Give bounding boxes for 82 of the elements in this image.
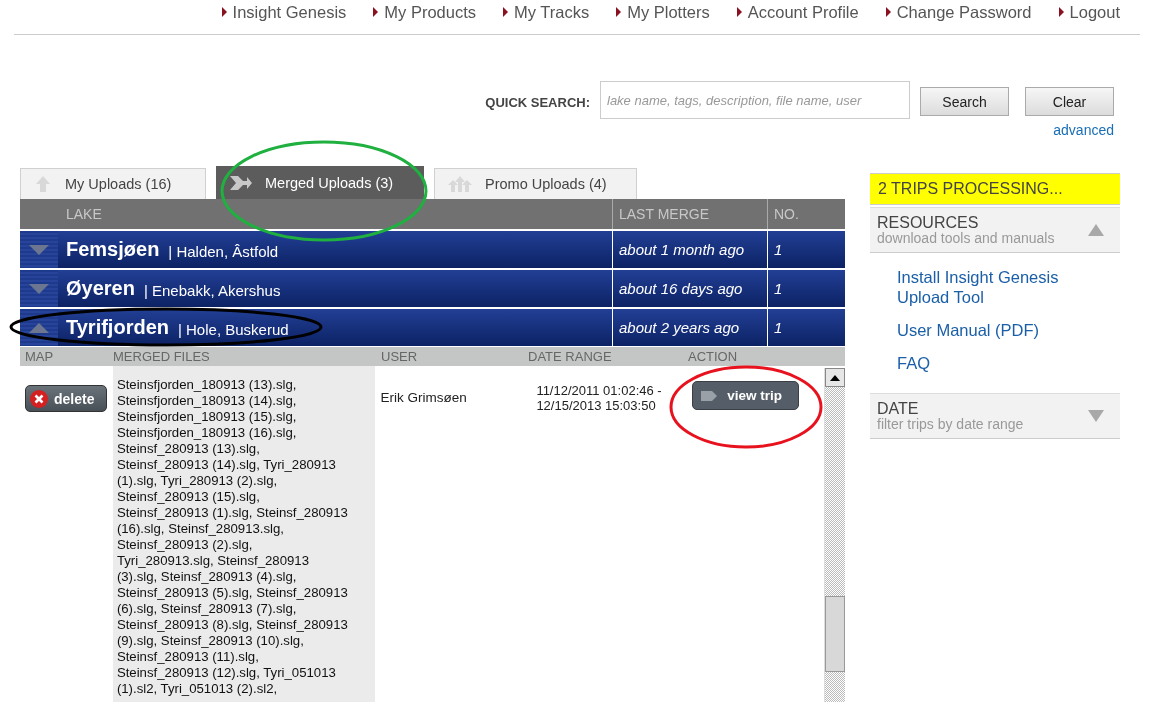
file-list-line: Steinsfjorden_180913 (15).slg, [116,409,298,425]
file-list-line: Steinsf_280913 (8).slg, Steinsf_280913 [116,617,349,633]
lake-row[interactable]: Tyrifjorden | Hole, Buskerud about 2 years ago 1 [20,309,845,346]
section-subtitle: download tools and manuals [877,231,1055,246]
file-list-line: Steinsf_280913 (13).slg, [116,441,261,457]
tab[interactable]: My Uploads (16) [20,168,206,199]
file-list-line: Steinsf_280913 (15).slg, [116,489,261,505]
lake-row[interactable]: Øyeren | Enebakk, Akershus about 16 days ago 1 [20,270,845,307]
file-list-line: Steinsf_280913 (5).slg, Steinsf_280913 [116,585,349,601]
file-list-line: Steinsf_280913 (12).slg, Tyri_051013 [116,665,337,681]
file-list-line: (3).slg, Steinsf_280913 (4).slg, [116,569,298,585]
section-title: DATE [877,400,920,417]
up-arrows-icon [447,175,473,193]
date-from: 11/12/2011 01:02:46 - [536,383,663,398]
merge-count: 1 [774,280,783,297]
delete-button[interactable]: delete [25,385,107,412]
section-title: RESOURCES [877,214,980,231]
last-merge: about 1 month ago [619,241,745,258]
column-header: DATE RANGE [528,349,613,364]
column-header: ACTION [688,349,739,364]
nav-link[interactable]: My Tracks [503,1,590,23]
clear-button[interactable]: Clear [1025,87,1114,116]
nav-link[interactable]: My Products [373,1,476,23]
lake-location: | Hole, Buskerud [177,320,289,338]
nav-link[interactable]: Account Profile [736,1,859,23]
last-merge: about 16 days ago [619,280,743,297]
column-header: USER [380,349,419,364]
search-button[interactable]: Search [920,87,1009,116]
section-header[interactable]: DATE filter trips by date range [870,393,1120,439]
lake-location: | Halden, Âstfold [168,242,279,260]
nav-link[interactable]: Change Password [885,1,1032,23]
processing-banner: 2 TRIPS PROCESSING... [870,173,1120,205]
tag-icon [701,390,718,401]
resource-link[interactable]: User Manual (PDF) [897,320,1087,340]
scrollbar[interactable] [824,368,845,702]
section-subtitle: filter trips by date range [877,417,1024,432]
file-list-line: (6).slg, Steinsf_280913 (7).slg, [116,601,298,617]
lake-location: | Enebakk, Akershus [143,281,281,299]
merge-arrow-icon [229,174,253,192]
search-field[interactable]: lake name, tags, description, file name, user [600,81,910,119]
merge-count: 1 [774,319,783,336]
column-header: MERGED FILES [113,349,211,364]
lake-name: Øyeren [66,277,135,300]
search-label: QUICK SEARCH: [485,95,590,110]
resource-link[interactable]: Install Insight Genesis Upload Tool [897,267,1087,307]
lake-row[interactable]: Femsjøen | Halden, Âstfold about 1 month ago 1 [20,231,845,268]
column-header: LAST MERGE [612,199,767,229]
file-list-line: Steinsf_280913 (2).slg, [116,537,254,553]
view-trip-button[interactable]: view trip [692,381,800,410]
file-list-line: Steinsfjorden_180913 (16).slg, [116,425,298,441]
file-list-line: Tyri_280913.slg, Steinsf_280913 [116,553,310,569]
file-list-line: Steinsfjorden_180913 (13).slg, [116,377,298,393]
up-triangle-icon [830,374,840,381]
file-list-line: (1).sl2, Tyri_051013 (2).sl2, [116,681,279,697]
advanced-link[interactable]: advanced [1053,122,1114,138]
scroll-up-button[interactable] [825,368,845,387]
tab[interactable]: Merged Uploads (3) [216,166,424,199]
column-header: LAKE [65,205,103,224]
lake-name: Femsjøen [66,238,160,261]
column-header: MAP [24,349,55,364]
section-header[interactable]: RESOURCES download tools and manuals [870,207,1120,253]
tab[interactable]: Promo Uploads (4) [434,168,637,199]
up-arrow-icon [33,175,53,193]
close-icon [30,389,48,408]
file-list-line: Steinsf_280913 (1).slg, Steinsf_280913 [116,505,349,521]
file-list-line: (16).slg, Steinsf_280913.slg, [116,521,286,537]
last-merge: about 2 years ago [619,319,740,336]
file-list-line: Steinsfjorden_180913 (14).slg, [116,393,298,409]
column-header: NO. [767,199,845,229]
file-list-line: Steinsf_280913 (11).slg, [116,649,260,665]
user-name: Erik Grimsøen [380,390,467,405]
lake-name: Tyrifjorden [66,316,169,339]
file-list-line: Steinsf_280913 (14).slg, Tyri_280913 [116,457,337,473]
nav-link[interactable]: Logout [1058,1,1120,23]
merge-count: 1 [774,241,783,258]
nav-link[interactable]: My Plotters [616,1,710,23]
scroll-thumb[interactable] [825,596,845,672]
nav-link[interactable]: Insight Genesis [221,1,347,23]
file-list-line: (1).slg, Tyri_280913 (2).slg, [116,473,279,489]
date-to: 12/15/2013 15:03:50 [536,398,657,413]
file-list-line: (9).slg, Steinsf_280913 (10).slg, [116,633,305,649]
resource-link[interactable]: FAQ [897,353,1087,373]
